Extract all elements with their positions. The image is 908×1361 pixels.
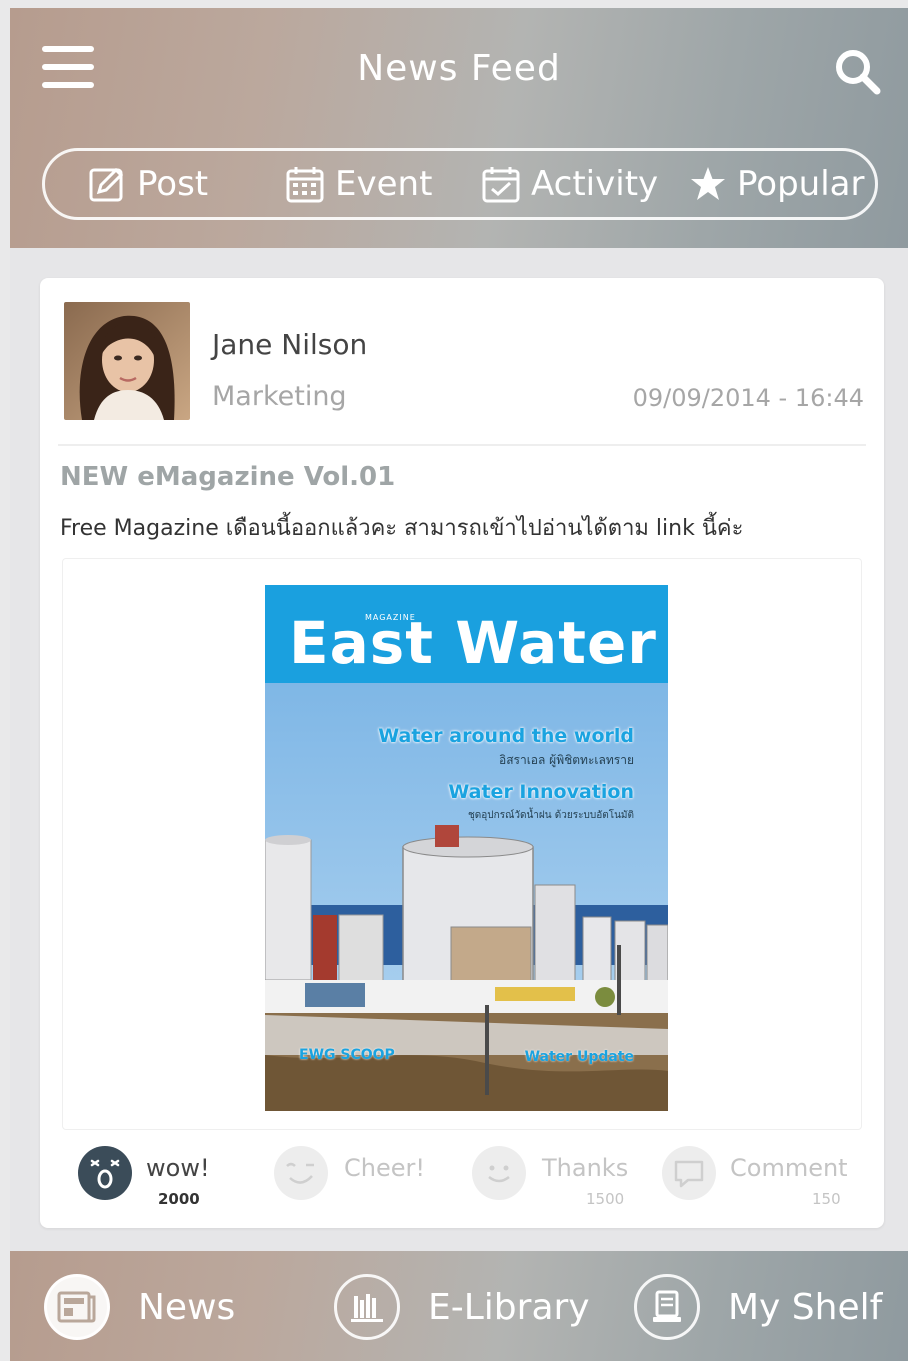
post-timestamp: 09/09/2014 - 16:44 xyxy=(632,384,864,412)
comment-count: 150 xyxy=(812,1190,841,1208)
tab-event[interactable]: Event xyxy=(285,151,432,217)
magazine-subline-1: อิสราเอล ผู้พิชิตทะเลทราย xyxy=(498,753,634,767)
comment-label: Comment xyxy=(730,1154,848,1182)
comment-icon xyxy=(662,1146,716,1200)
magazine-cover[interactable]: MAGAZINE East Water Water around the wor… xyxy=(265,585,668,1111)
wow-count: 2000 xyxy=(158,1190,200,1208)
tab-event-label: Event xyxy=(335,164,433,204)
magazine-footer-left: EWG SCOOP xyxy=(299,1047,395,1063)
wow-button[interactable]: wow! 2000 xyxy=(78,1146,228,1212)
cheer-label: Cheer! xyxy=(344,1154,425,1182)
library-icon xyxy=(334,1274,400,1340)
thanks-count: 1500 xyxy=(586,1190,625,1208)
nav-my-shelf-label: My Shelf xyxy=(728,1286,883,1328)
magazine-title: East Water xyxy=(289,609,657,677)
avatar[interactable] xyxy=(64,302,190,420)
author-department: Marketing xyxy=(212,381,347,412)
post-card: Jane Nilson Marketing 09/09/2014 - 16:44… xyxy=(40,278,884,1228)
cheer-button[interactable]: Cheer! xyxy=(274,1146,425,1212)
activity-icon xyxy=(482,167,520,203)
tab-popular-label: Popular xyxy=(737,164,865,204)
magazine-headline-2: Water Innovation xyxy=(448,781,634,803)
author-name[interactable]: Jane Nilson xyxy=(212,328,367,361)
nav-e-library-label: E-Library xyxy=(428,1286,590,1328)
news-icon xyxy=(44,1274,110,1340)
post-title: NEW eMagazine Vol.01 xyxy=(60,462,396,492)
divider xyxy=(58,444,866,446)
tab-activity-label: Activity xyxy=(531,164,659,204)
nav-e-library[interactable]: E-Library xyxy=(334,1271,590,1343)
wow-label: wow! xyxy=(146,1154,210,1182)
thanks-label: Thanks xyxy=(542,1154,629,1182)
nav-news-label: News xyxy=(138,1286,236,1328)
page-title: News Feed xyxy=(357,48,561,89)
app-screen: News Feed Post Event Activity Popular Ja… xyxy=(10,8,908,1361)
header: News Feed Post Event Activity Popular xyxy=(10,8,908,248)
star-icon xyxy=(691,167,725,200)
tab-activity[interactable]: Activity xyxy=(481,151,658,217)
post-image-container: MAGAZINE East Water Water around the wor… xyxy=(62,558,862,1130)
reaction-bar: wow! 2000 Cheer! Thanks 1500 Comment 150 xyxy=(40,1138,884,1218)
edit-icon xyxy=(89,167,124,202)
filter-tabs: Post Event Activity Popular xyxy=(42,148,878,220)
comment-button[interactable]: Comment 150 xyxy=(662,1146,862,1212)
calendar-icon xyxy=(286,167,324,203)
magazine-footer-right: Water Update xyxy=(524,1049,634,1065)
search-icon[interactable] xyxy=(832,46,884,98)
magazine-headline-1: Water around the world xyxy=(378,725,634,747)
tab-popular[interactable]: Popular xyxy=(689,151,864,217)
nav-news[interactable]: News xyxy=(44,1271,235,1343)
shelf-icon xyxy=(634,1274,700,1340)
cheer-icon xyxy=(274,1146,328,1200)
bottom-nav: News E-Library My Shelf xyxy=(10,1251,908,1361)
tab-post-label: Post xyxy=(137,164,209,204)
thanks-icon xyxy=(472,1146,526,1200)
thanks-button[interactable]: Thanks 1500 xyxy=(472,1146,642,1212)
wow-icon xyxy=(78,1146,132,1200)
magazine-subline-2: ชุดอุปกรณ์วัดน้ำฝน ด้วยระบบอัตโนมัติ xyxy=(468,810,634,821)
tab-post[interactable]: Post xyxy=(87,151,208,217)
post-body: Free Magazine เดือนนี้ออกแล้วคะ สามารถเข… xyxy=(60,516,744,541)
nav-my-shelf[interactable]: My Shelf xyxy=(634,1271,882,1343)
